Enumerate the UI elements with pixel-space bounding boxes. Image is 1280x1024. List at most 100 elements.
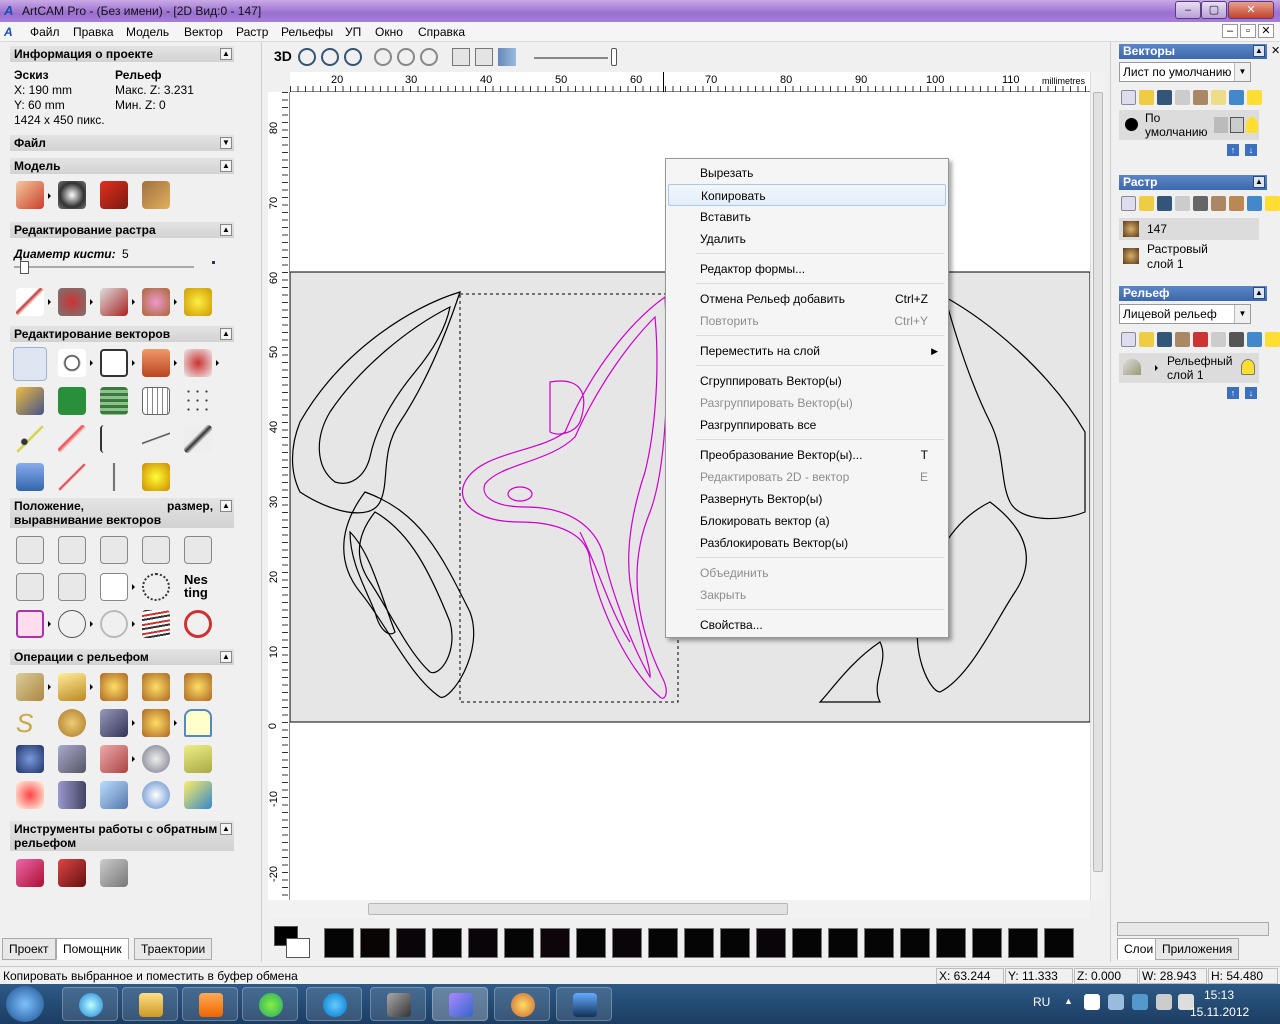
mould-icon[interactable] <box>184 709 212 737</box>
layer-color-icon[interactable] <box>1125 118 1138 131</box>
relief-clipart-icon[interactable] <box>16 781 44 809</box>
open-relief-icon[interactable] <box>1139 332 1154 347</box>
new-layer-icon[interactable] <box>1121 90 1136 105</box>
close-button[interactable]: ✕ <box>1228 1 1274 19</box>
vertical-scroll-thumb[interactable] <box>1093 92 1103 872</box>
vertical-scrollbar[interactable] <box>1090 72 1106 900</box>
palette-swatch[interactable] <box>792 928 822 958</box>
extrude-icon[interactable] <box>58 673 86 701</box>
tab-toolpaths[interactable]: Траектории <box>134 938 213 960</box>
raster-layer-row[interactable]: Растровый слой 1 <box>1119 242 1259 272</box>
flyout-arrow-icon[interactable] <box>90 360 93 366</box>
palette-swatch[interactable] <box>504 928 534 958</box>
bitmap-to-vector-icon[interactable] <box>100 387 128 415</box>
ctx-unlock[interactable]: Разблокировать Вектор(ы) <box>668 532 946 554</box>
menu-model[interactable]: Модель <box>126 25 169 39</box>
lightbulb-icon[interactable] <box>1246 117 1258 133</box>
relief-ops-header[interactable]: Операции с рельефом ▲ <box>10 649 234 665</box>
tray-b-icon[interactable] <box>1084 994 1100 1010</box>
palette-swatch[interactable] <box>1008 928 1038 958</box>
flyout-arrow-icon[interactable] <box>132 756 135 762</box>
new-relief-icon[interactable] <box>1121 332 1136 347</box>
palette-swatch[interactable] <box>864 928 894 958</box>
trim-icon[interactable] <box>142 425 170 453</box>
relief-view-icon[interactable] <box>498 48 516 66</box>
ctx-close[interactable]: Закрыть <box>668 584 946 606</box>
menu-reliefs[interactable]: Рельефы <box>281 25 333 39</box>
bitmap-view-icon[interactable] <box>475 48 493 66</box>
tab-assistant[interactable]: Помощник <box>56 938 129 960</box>
turn-icon[interactable] <box>142 673 170 701</box>
flyout-arrow-icon[interactable] <box>132 584 135 590</box>
lock-icon[interactable] <box>1214 117 1228 133</box>
scissors-icon[interactable] <box>184 425 212 453</box>
flyout-arrow-icon[interactable] <box>174 720 177 726</box>
layers-hscroll[interactable] <box>1117 922 1269 936</box>
star-icon[interactable] <box>142 463 170 491</box>
clock-date[interactable]: 15.11.2012 <box>1190 1005 1249 1019</box>
mona-lisa-import-icon[interactable] <box>142 181 170 209</box>
texture-icon[interactable] <box>142 745 170 773</box>
zoom-out-icon[interactable] <box>321 48 339 66</box>
palette-swatch[interactable] <box>684 928 714 958</box>
file-section-header[interactable]: Файл ▼ <box>10 135 234 151</box>
ctx-edit-2d[interactable]: Редактировать 2D - вектор E <box>668 466 946 488</box>
vector-view-icon[interactable] <box>452 48 470 66</box>
palette-swatch[interactable] <box>576 928 606 958</box>
palette-swatch[interactable] <box>432 928 462 958</box>
fill-icon[interactable] <box>58 288 86 316</box>
relief-header[interactable]: Рельеф ▲ <box>1119 286 1267 301</box>
ctx-properties[interactable]: Свойства... <box>668 614 946 636</box>
fillet-icon[interactable] <box>58 463 86 491</box>
blend-slider-thumb[interactable] <box>611 48 617 66</box>
collapse-icon[interactable]: ▲ <box>220 651 232 663</box>
pen-icon[interactable] <box>1230 117 1244 133</box>
curve-nodes-icon[interactable] <box>16 425 44 453</box>
lightbulb-icon[interactable] <box>1241 359 1255 375</box>
align-left-icon[interactable] <box>16 536 44 564</box>
relief-select[interactable]: Лицевой рельеф ▼ <box>1119 304 1251 324</box>
model-section-header[interactable]: Модель ▲ <box>10 158 234 174</box>
relief-copy-icon[interactable] <box>1211 332 1226 347</box>
flyout-arrow-icon[interactable] <box>90 299 93 305</box>
ctx-redo[interactable]: Повторить Ctrl+Y <box>668 310 946 332</box>
palette-swatch[interactable] <box>900 928 930 958</box>
task-explorer[interactable] <box>122 987 178 1021</box>
collapse-icon[interactable]: ▲ <box>220 500 232 512</box>
palette-swatch[interactable] <box>540 928 570 958</box>
align-center-h-icon[interactable] <box>184 536 212 564</box>
collapse-icon[interactable]: ▲ <box>220 328 232 340</box>
tab-layers[interactable]: Слои <box>1117 938 1161 960</box>
palette-swatch[interactable] <box>648 928 678 958</box>
transform-icon[interactable] <box>58 349 86 377</box>
flyout-arrow-icon[interactable] <box>132 299 135 305</box>
merge-layer-icon[interactable] <box>1193 90 1208 105</box>
close-icon[interactable]: ✕ <box>1271 44 1280 57</box>
app-menu-icon[interactable]: A <box>4 25 13 39</box>
relief-combine-icon[interactable] <box>1175 332 1190 347</box>
minimize-button[interactable]: – <box>1175 1 1201 19</box>
maximize-button[interactable]: ▢ <box>1201 1 1227 19</box>
zoom-all-icon[interactable] <box>420 48 438 66</box>
ctx-group[interactable]: Сгруппировать Вектор(ы) <box>668 370 946 392</box>
ctx-ungroup-all[interactable]: Разгруппировать все <box>668 414 946 436</box>
palette-swatch[interactable] <box>1044 928 1074 958</box>
zoom-box-icon[interactable] <box>374 48 392 66</box>
plane-icon[interactable] <box>100 781 128 809</box>
face-icon[interactable] <box>142 709 170 737</box>
move-up-icon[interactable]: ↑ <box>1227 144 1239 156</box>
tab-applications[interactable]: Приложения <box>1155 938 1240 960</box>
palette-swatch[interactable] <box>972 928 1002 958</box>
flyout-arrow-icon[interactable] <box>1155 365 1158 371</box>
add-point-icon[interactable] <box>58 387 86 415</box>
task-word[interactable] <box>556 987 612 1021</box>
align-bottom-icon[interactable] <box>142 536 170 564</box>
flyout-arrow-icon[interactable] <box>90 684 93 690</box>
menu-edit[interactable]: Правка <box>73 25 114 39</box>
eyedropper-icon[interactable] <box>100 288 128 316</box>
grid-icon[interactable] <box>142 387 170 415</box>
delete-raster-icon[interactable] <box>1247 196 1262 211</box>
inverse-relief-header[interactable]: Инструменты работы с обратным рельефом ▲ <box>10 821 234 851</box>
vector-layer-row[interactable]: По умолчанию <box>1119 110 1259 140</box>
menu-raster[interactable]: Растр <box>236 25 268 39</box>
